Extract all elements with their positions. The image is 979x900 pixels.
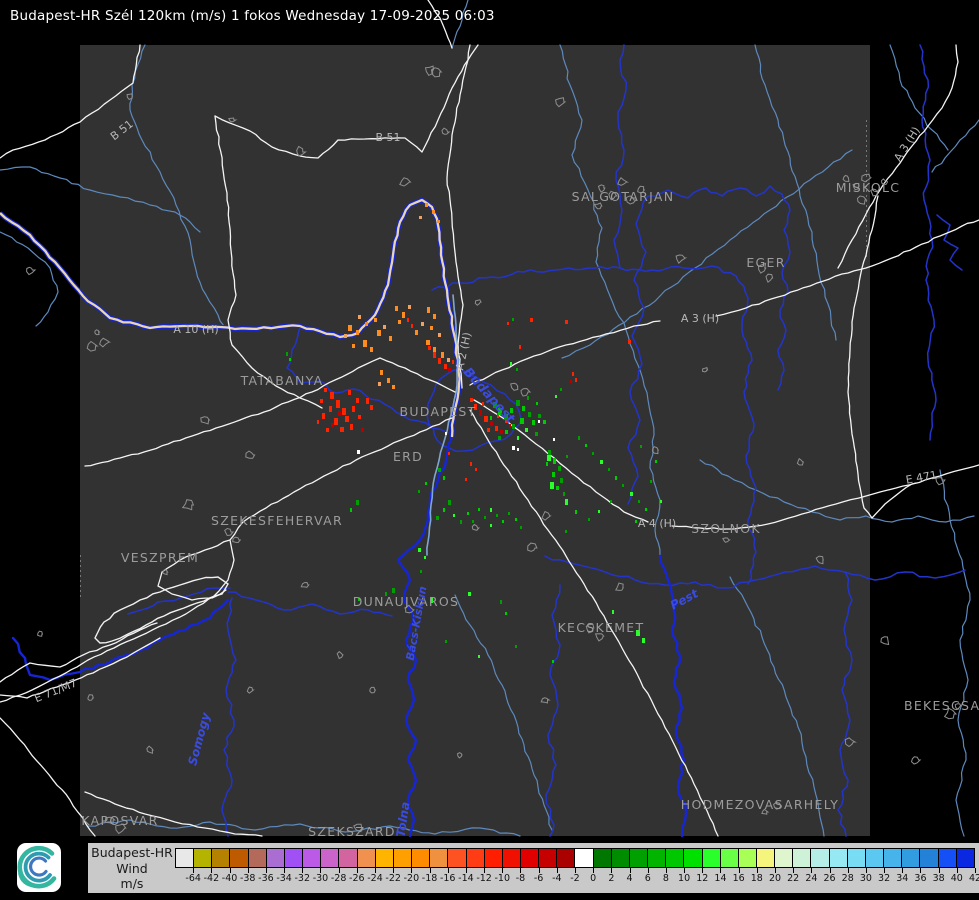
city-label: SZOLNOK bbox=[691, 521, 761, 536]
scale-color-box bbox=[193, 848, 213, 868]
scale-color-box bbox=[175, 848, 195, 868]
city-label: SALGOTARJAN bbox=[572, 189, 675, 204]
legend-field-name: Wind bbox=[116, 860, 148, 876]
scale-color-box bbox=[356, 848, 376, 868]
city-label: TATABANYA bbox=[240, 373, 324, 388]
scale-color-box bbox=[719, 848, 739, 868]
scale-color-box bbox=[574, 848, 594, 868]
scale-color-box bbox=[483, 848, 503, 868]
scale-color-box bbox=[919, 848, 939, 868]
city-label: VESZPREM bbox=[121, 550, 199, 565]
city-label: DUNAUJVAROS bbox=[353, 594, 460, 609]
scale-color-box bbox=[392, 848, 413, 868]
scale-color-box bbox=[864, 848, 885, 868]
scale-color-box bbox=[302, 848, 322, 868]
scale-color-box bbox=[701, 848, 721, 868]
scale-color-box bbox=[774, 848, 794, 868]
scale-color-box bbox=[411, 848, 431, 868]
scale-value: 42 bbox=[968, 873, 979, 884]
road-label: A 4 (H) bbox=[638, 517, 676, 530]
scale-color-box bbox=[901, 848, 921, 868]
scale-color-box bbox=[429, 848, 449, 868]
road-label: A 3 (H) bbox=[681, 312, 719, 325]
city-label: KECSKEMET bbox=[558, 620, 645, 635]
road-label: B 51 bbox=[375, 131, 400, 144]
scale-color-box bbox=[374, 848, 394, 868]
scale-color-box bbox=[229, 848, 249, 868]
scale-color-box bbox=[247, 848, 267, 868]
scale-color-box bbox=[792, 848, 812, 868]
scale-color-box bbox=[683, 848, 703, 868]
scale-color-box bbox=[955, 848, 975, 868]
radar-map-image: TATABANYA BUDAPEST ERD SZEKESFEHERVAR VESZPR… bbox=[0, 0, 979, 893]
spiral-logo-icon bbox=[17, 845, 57, 889]
radar-page: TATABANYA BUDAPEST ERD SZEKESFEHERVAR VESZPR… bbox=[0, 0, 979, 900]
color-scale-legend: Budapest-HR Wind m/s -64 -42 -40 -38 -36 -34-… bbox=[88, 843, 979, 893]
road-label: A 10 (H) bbox=[173, 323, 218, 336]
scale-color-box bbox=[756, 848, 776, 868]
scale-color-box bbox=[519, 848, 540, 868]
city-label: HODMEZOVASARHELY bbox=[681, 797, 839, 812]
scale-color-box bbox=[465, 848, 485, 868]
scale-color-box bbox=[447, 848, 467, 868]
legend-label-block: Budapest-HR Wind m/s bbox=[90, 845, 174, 892]
city-label: ERD bbox=[393, 449, 423, 464]
legend-product-name: Budapest-HR bbox=[91, 845, 173, 860]
city-label: BUDAPEST bbox=[399, 404, 476, 419]
scale-color-box bbox=[556, 848, 576, 868]
scale-color-box bbox=[501, 848, 521, 868]
scale-color-box bbox=[283, 848, 304, 868]
scale-color-box bbox=[610, 848, 630, 868]
scale-color-box bbox=[846, 848, 866, 868]
scale-color-box bbox=[320, 848, 340, 868]
city-label: BEKESCSABA bbox=[904, 698, 979, 713]
scale-color-box bbox=[538, 848, 558, 868]
scale-color-box bbox=[628, 848, 649, 868]
scale-color-box bbox=[338, 848, 358, 868]
city-label: KAPOSVAR bbox=[81, 813, 158, 828]
city-label: SZEKESFEHERVAR bbox=[211, 513, 343, 528]
scale-color-box bbox=[211, 848, 231, 868]
scale-color-box bbox=[737, 848, 757, 868]
legend-unit: m/s bbox=[120, 876, 144, 891]
scale-color-box bbox=[265, 848, 285, 868]
city-label: SZEKSZARD bbox=[308, 824, 396, 839]
scale-color-box bbox=[665, 848, 685, 868]
city-label: MISKOLC bbox=[836, 180, 901, 195]
city-label: EGER bbox=[746, 255, 785, 270]
scale-color-box bbox=[937, 848, 957, 868]
scale-color-box bbox=[828, 848, 848, 868]
color-scale-boxes bbox=[175, 848, 975, 868]
scale-color-box bbox=[592, 848, 612, 868]
scale-color-box bbox=[647, 848, 667, 868]
product-title: Budapest-HR Szél 120km (m/s) 1 fokos Wed… bbox=[10, 8, 495, 24]
hungaromet-logo bbox=[17, 843, 61, 892]
scale-color-box bbox=[883, 848, 903, 868]
scale-color-box bbox=[810, 848, 830, 868]
